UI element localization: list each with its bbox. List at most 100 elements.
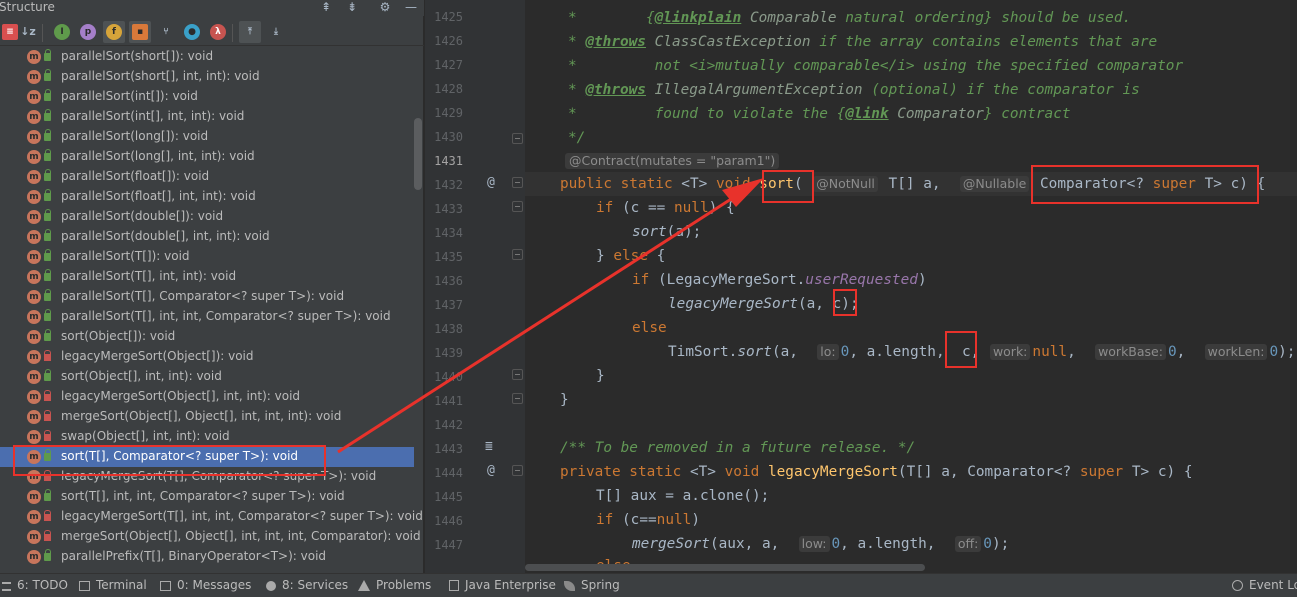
structure-item[interactable]: m mergeSort(Object[], Object[], int, int,… — [0, 407, 414, 427]
private-lock-icon — [44, 430, 51, 441]
expand-options-icon[interactable]: ⇟ — [344, 0, 360, 16]
public-unlock-icon — [44, 329, 51, 341]
structure-item-label: sort(Object[]): void — [61, 329, 176, 343]
line-number: 1425 — [434, 10, 463, 24]
override-gutter-icon[interactable]: @ — [487, 463, 495, 478]
structure-item[interactable]: m sort(Object[], int, int): void — [0, 367, 414, 387]
structure-item[interactable]: m parallelSort(float[], int, int): void — [0, 187, 414, 207]
sort-alpha-icon[interactable]: ↓z — [20, 24, 36, 40]
collapse-all-icon[interactable]: ⇞ — [318, 0, 334, 16]
method-icon: m — [27, 250, 41, 264]
fold-toggle-icon[interactable] — [512, 177, 523, 188]
code-line-1444: T[] aux = a.clone(); — [596, 488, 770, 504]
line-number: 1427 — [434, 58, 463, 72]
structure-item[interactable]: m legacyMergeSort(Object[], int, int): vo… — [0, 387, 414, 407]
line-number: 1429 — [434, 106, 463, 120]
line-number: 1431 — [434, 154, 463, 168]
private-lock-icon — [44, 350, 51, 361]
structure-item[interactable]: m swap(Object[], int, int): void — [0, 427, 414, 447]
method-icon: m — [27, 50, 41, 64]
java-enterprise-tab[interactable]: Java Enterprise — [449, 578, 556, 594]
line-number: 1441 — [434, 394, 463, 408]
code-line-1426: * @throws ClassCastException if the arra… — [568, 34, 1158, 50]
structure-item[interactable]: m parallelSort(long[], int, int): void — [0, 147, 414, 167]
off-hint: off: — [954, 536, 982, 552]
line-number: 1443 — [434, 442, 463, 456]
problems-tab[interactable]: Problems — [358, 578, 431, 594]
structure-item[interactable]: m parallelSort(double[]): void — [0, 207, 414, 227]
line-number: 1442 — [434, 418, 463, 432]
structure-item[interactable]: m mergeSort(Object[], Object[], int, int,… — [0, 527, 421, 547]
structure-item[interactable]: m legacyMergeSort(T[], int, int, Comparat… — [0, 507, 423, 527]
structure-item-label: parallelSort(int[], int, int): void — [61, 109, 245, 123]
workbase-hint: workBase: — [1095, 344, 1166, 360]
doc-render-icon[interactable]: ≣ — [485, 439, 493, 454]
minimize-icon[interactable]: — — [403, 0, 419, 16]
spring-leaf-icon — [564, 581, 575, 591]
fold-toggle-icon[interactable] — [512, 249, 523, 260]
fields-icon[interactable]: f — [106, 24, 122, 40]
structure-item[interactable]: m parallelSort(T[], int, int): void — [0, 267, 414, 287]
todo-tab[interactable]: 6: TODO — [2, 578, 68, 594]
method-icon: m — [27, 70, 41, 84]
structure-item[interactable]: m parallelSort(long[]): void — [0, 127, 414, 147]
editor-horizontal-scrollbar[interactable] — [525, 562, 1297, 572]
autoscroll-from-source-icon[interactable]: ⤓ — [268, 24, 284, 40]
gear-icon[interactable]: ⚙ — [377, 0, 393, 16]
structure-item[interactable]: m parallelSort(float[]): void — [0, 167, 414, 187]
terminal-icon — [79, 581, 90, 591]
structure-scrollbar[interactable] — [414, 118, 422, 190]
annotation-box-c-arg-1436 — [833, 289, 857, 316]
method-icon: m — [27, 530, 41, 544]
terminal-tab[interactable]: Terminal — [79, 578, 147, 594]
branch-icon[interactable]: ⑂ — [158, 24, 174, 40]
event-log-tab[interactable]: Event Log — [1232, 578, 1297, 594]
structure-item[interactable]: m parallelSort(T[], int, int, Comparator<… — [0, 307, 414, 327]
method-icon: m — [27, 130, 41, 144]
structure-item[interactable]: m parallelSort(T[]): void — [0, 247, 414, 267]
fold-toggle-icon[interactable] — [512, 465, 523, 476]
structure-item[interactable]: m parallelSort(T[], Comparator<? super T>… — [0, 287, 414, 307]
override-gutter-icon[interactable]: @ — [487, 175, 495, 190]
fold-toggle-icon[interactable] — [512, 133, 523, 144]
tool-window-bar: 6: TODO Terminal 0: Messages 8: Services… — [0, 573, 1297, 597]
messages-tab[interactable]: 0: Messages — [160, 578, 251, 594]
structure-item-label: parallelPrefix(T[], BinaryOperator<T>): … — [61, 549, 327, 563]
structure-item-label: parallelSort(short[]): void — [61, 49, 214, 63]
structure-item[interactable]: m parallelSort(int[]): void — [0, 87, 414, 107]
method-icon: m — [27, 350, 41, 364]
public-unlock-icon — [44, 169, 51, 181]
scrollbar-thumb[interactable] — [525, 564, 925, 571]
lambda-icon[interactable]: λ — [210, 24, 226, 40]
fold-toggle-icon[interactable] — [512, 201, 523, 212]
structure-item[interactable]: m parallelSort(int[], int, int): void — [0, 107, 414, 127]
method-icon: m — [27, 550, 41, 564]
structure-item[interactable]: m parallelPrefix(T[], BinaryOperator<T>):… — [0, 547, 414, 567]
line-number: 1439 — [434, 346, 463, 360]
services-tab-label: 8: Services — [282, 578, 349, 592]
inherited-icon[interactable]: I — [54, 24, 70, 40]
method-icon: m — [27, 190, 41, 204]
anonymous-class-icon[interactable]: ● — [184, 24, 200, 40]
structure-item[interactable]: m legacyMergeSort(Object[]): void — [0, 347, 414, 367]
visibility-sort-icon[interactable]: ≡ — [2, 24, 18, 40]
event-log-icon — [1232, 580, 1243, 591]
line-number: 1426 — [434, 34, 463, 48]
structure-item[interactable]: m parallelSort(double[], int, int): void — [0, 227, 414, 247]
spring-tab[interactable]: Spring — [564, 578, 620, 594]
fold-toggle-icon[interactable] — [512, 369, 523, 380]
lock-icon[interactable]: ▪ — [132, 24, 148, 40]
autoscroll-to-source-icon[interactable]: ⤒ — [242, 24, 258, 40]
structure-item[interactable]: m sort(T[], int, int, Comparator<? super … — [0, 487, 414, 507]
fold-toggle-icon[interactable] — [512, 393, 523, 404]
structure-item[interactable]: m sort(Object[]): void — [0, 327, 414, 347]
method-icon: m — [27, 310, 41, 324]
structure-item[interactable]: m parallelSort(short[], int, int): void — [0, 67, 414, 87]
code-line-1434: } else { — [596, 248, 666, 264]
line-number: 1435 — [434, 250, 463, 264]
services-tab[interactable]: 8: Services — [266, 578, 348, 594]
structure-item[interactable]: m parallelSort(short[]): void — [0, 47, 414, 67]
code-editor[interactable]: 1425 1426 1427 1428 1429 1430 1431 1432 1433 1434… — [425, 0, 1297, 573]
structure-item-label: legacyMergeSort(T[], int, int, Comparato… — [61, 509, 423, 523]
properties-icon[interactable]: p — [80, 24, 96, 40]
